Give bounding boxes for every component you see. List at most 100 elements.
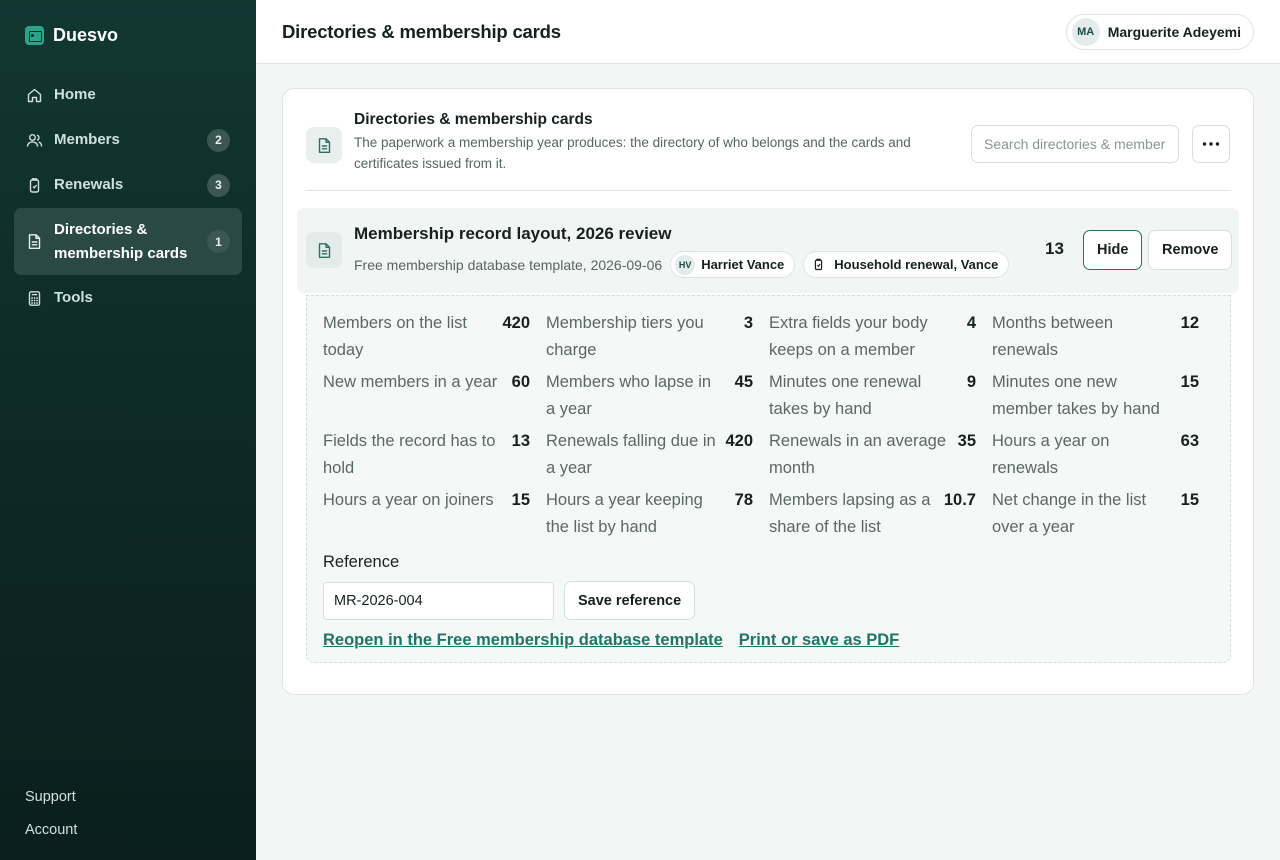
stat-item: Members on the list today 420 xyxy=(323,310,546,364)
sidebar: Duesvo Home Members 2 Renewals 3 Directo… xyxy=(0,0,256,860)
card-icon xyxy=(808,255,828,275)
stat-value: 12 xyxy=(1180,314,1199,332)
count-badge: 1 xyxy=(207,230,230,253)
stat-value: 13 xyxy=(511,432,530,450)
user-name: Marguerite Adeyemi xyxy=(1107,24,1241,40)
account-link[interactable]: Account xyxy=(25,822,77,838)
section-description: The paperwork a membership year produces… xyxy=(354,135,911,171)
save-reference-button[interactable]: Save reference xyxy=(564,581,696,620)
more-horizontal-icon xyxy=(1202,142,1220,146)
stat-label: Hours a year keeping the list by hand xyxy=(546,491,703,536)
stat-label: Renewals falling due in a year xyxy=(546,432,716,477)
record-meta: Free membership database template, 2026-… xyxy=(354,251,1010,278)
stat-value: 4 xyxy=(966,314,976,332)
sidebar-item-renewals[interactable]: Renewals 3 xyxy=(14,163,242,207)
stat-label: Membership tiers you charge xyxy=(546,314,704,359)
stat-item: Hours a year on renewals 63 xyxy=(992,428,1215,482)
user-menu[interactable]: MA Marguerite Adeyemi xyxy=(1065,14,1254,50)
sidebar-footer: Support Account xyxy=(25,772,77,838)
stat-value: 78 xyxy=(734,491,753,509)
renewal-chip[interactable]: Household renewal, Vance xyxy=(803,251,1010,278)
record-details: Members on the list today 420 Membership t… xyxy=(306,295,1231,663)
stat-value: 3 xyxy=(743,314,753,332)
stat-item: New members in a year 60 xyxy=(323,369,546,423)
sidebar-nav: Home Members 2 Renewals 3 Directories & … xyxy=(14,73,242,321)
stat-item: Renewals in an average month 35 xyxy=(769,428,992,482)
stat-label: Minutes one new member takes by hand xyxy=(992,373,1160,418)
section-header: Directories & membership cards The paper… xyxy=(306,111,1231,191)
stat-value: 15 xyxy=(1180,491,1199,509)
stat-value: 35 xyxy=(957,432,976,450)
stat-item: Members who lapse in a year 45 xyxy=(546,369,769,423)
stat-label: Net change in the list over a year xyxy=(992,491,1147,536)
stat-value: 45 xyxy=(734,373,753,391)
stat-value: 420 xyxy=(725,432,753,450)
print-pdf-link[interactable]: Print or save as PDF xyxy=(739,631,899,650)
sidebar-item-label: Directories & membership cards xyxy=(54,220,188,262)
stat-item: Extra fields your body keeps on a member… xyxy=(769,310,992,364)
reopen-template-link[interactable]: Reopen in the Free membership database t… xyxy=(323,631,723,650)
brand-name: Duesvo xyxy=(53,25,119,45)
stat-value: 60 xyxy=(511,373,530,391)
stat-value: 63 xyxy=(1180,432,1199,450)
avatar: HV xyxy=(675,254,696,275)
sidebar-item-directories[interactable]: Directories & membership cards 1 xyxy=(14,208,242,275)
main-card: Directories & membership cards The paper… xyxy=(282,88,1254,695)
stat-item: Hours a year on joiners 15 xyxy=(323,487,546,541)
stat-value: 15 xyxy=(1180,373,1199,391)
stat-label: New members in a year xyxy=(323,373,498,391)
sidebar-item-home[interactable]: Home xyxy=(14,73,242,117)
stat-item: Renewals falling due in a year 420 xyxy=(546,428,769,482)
sidebar-item-members[interactable]: Members 2 xyxy=(14,118,242,162)
stat-item: Minutes one new member takes by hand 15 xyxy=(992,369,1215,423)
id-card-icon xyxy=(25,26,44,45)
stat-item: Hours a year keeping the list by hand 78 xyxy=(546,487,769,541)
stat-item: Months between renewals 12 xyxy=(992,310,1215,364)
support-link[interactable]: Support xyxy=(25,789,77,805)
reference-input[interactable] xyxy=(323,582,554,620)
reference-label: Reference xyxy=(323,553,400,571)
stat-label: Extra fields your body keeps on a member xyxy=(769,314,928,359)
search-input[interactable] xyxy=(971,125,1179,163)
record-title: Membership record layout, 2026 review xyxy=(354,224,672,243)
stat-label: Members lapsing as a share of the list xyxy=(769,491,931,536)
sidebar-item-label: Renewals xyxy=(54,176,124,193)
stat-label: Minutes one renewal takes by hand xyxy=(769,373,922,418)
document-icon xyxy=(306,232,342,268)
more-options-button[interactable] xyxy=(1192,125,1230,163)
avatar: MA xyxy=(1071,18,1100,46)
stat-label: Renewals in an average month xyxy=(769,432,947,477)
page-title: Directories & membership cards xyxy=(282,21,561,42)
stat-item: Net change in the list over a year 15 xyxy=(992,487,1215,541)
stat-label: Hours a year on joiners xyxy=(323,491,494,509)
users-icon xyxy=(26,132,43,149)
renewal-chip-label: Household renewal, Vance xyxy=(834,257,999,272)
stat-label: Hours a year on renewals xyxy=(992,432,1110,477)
stat-value: 9 xyxy=(966,373,976,391)
stat-value: 10.7 xyxy=(943,491,976,509)
stats-grid: Members on the list today 420 Membership t… xyxy=(323,310,1215,541)
person-chip-name: Harriet Vance xyxy=(701,257,785,272)
sidebar-item-label: Home xyxy=(54,86,96,103)
card-icon xyxy=(26,177,43,194)
stat-item: Fields the record has to hold 13 xyxy=(323,428,546,482)
stat-label: Months between renewals xyxy=(992,314,1114,359)
document-icon xyxy=(26,233,43,250)
person-chip[interactable]: HV Harriet Vance xyxy=(670,251,796,278)
record-count: 13 xyxy=(1045,239,1064,258)
count-badge: 2 xyxy=(207,128,230,152)
home-icon xyxy=(26,87,43,104)
record-row[interactable]: Membership record layout, 2026 review Fr… xyxy=(297,208,1239,293)
stat-item: Members lapsing as a share of the list 10… xyxy=(769,487,992,541)
sidebar-item-label: Tools xyxy=(54,289,93,306)
brand[interactable]: Duesvo xyxy=(25,25,118,46)
calculator-icon xyxy=(26,290,43,307)
stat-value: 15 xyxy=(511,491,530,509)
remove-button[interactable]: Remove xyxy=(1148,230,1233,270)
hide-button[interactable]: Hide xyxy=(1083,230,1143,270)
record-source: Free membership database template, 2026-… xyxy=(354,256,663,273)
sidebar-item-tools[interactable]: Tools xyxy=(14,276,242,320)
sidebar-item-label: Members xyxy=(54,131,120,148)
count-badge: 3 xyxy=(207,173,230,197)
record-links: Reopen in the Free membership database t… xyxy=(323,631,899,650)
